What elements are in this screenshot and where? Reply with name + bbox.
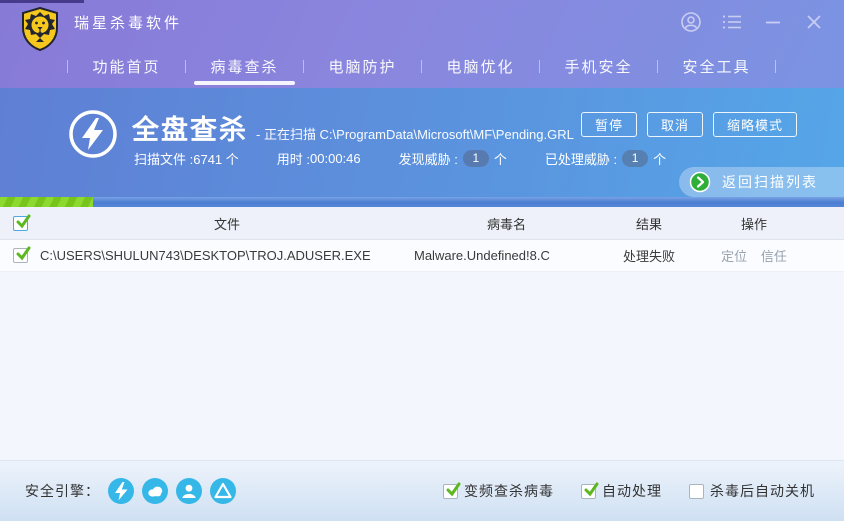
scan-progress-bar bbox=[0, 197, 844, 207]
smart-scan-checkbox[interactable] bbox=[443, 482, 461, 499]
threats-handled-badge: 1 bbox=[622, 150, 649, 167]
footer-options: 变频查杀病毒 自动处理 杀毒后自动关机 bbox=[443, 481, 815, 501]
menu-icon[interactable] bbox=[720, 10, 744, 34]
app-title: 瑞星杀毒软件 bbox=[74, 14, 183, 32]
shutdown-after-checkbox[interactable] bbox=[689, 483, 704, 499]
app-logo-lion-shield-icon bbox=[20, 6, 60, 56]
stat-label: 扫描文件 : bbox=[134, 152, 194, 167]
option-auto-handle[interactable]: 自动处理 bbox=[581, 481, 662, 501]
bolt-engine-icon[interactable] bbox=[108, 478, 134, 504]
stat-label: 发现威胁 : bbox=[398, 152, 458, 167]
row-actions: 定位 信任 bbox=[699, 246, 809, 265]
tab-pc-protection[interactable]: 电脑防护 bbox=[304, 44, 421, 88]
tab-label: 病毒查杀 bbox=[210, 58, 279, 76]
tab-label: 功能首页 bbox=[92, 58, 161, 76]
scan-stats: 扫描文件 : 6741 个 用时 : 00:00:46 发现威胁 : 1 个 已… bbox=[134, 149, 704, 168]
stat-files-scanned: 扫描文件 : 6741 个 bbox=[134, 149, 239, 168]
header: 瑞星杀毒软件 功能首页 病毒查杀 电脑防护 电脑优化 手机安全 安全工具 bbox=[0, 0, 844, 88]
minimize-icon[interactable] bbox=[761, 10, 785, 34]
cloud-engine-icon[interactable] bbox=[142, 478, 168, 504]
tab-active-underline bbox=[194, 81, 295, 85]
thumbnail-mode-button[interactable]: 缩略模式 bbox=[712, 112, 797, 137]
table-row[interactable]: C:\USERS\SHULUN743\DESKTOP\TROJ.ADUSER.E… bbox=[0, 240, 844, 272]
engine-icons bbox=[108, 478, 236, 504]
results-empty-area bbox=[0, 272, 844, 460]
header-virus-name: 病毒名 bbox=[486, 216, 526, 232]
stat-value: 6741 个 bbox=[193, 152, 239, 167]
stat-value: 00:00:46 bbox=[310, 151, 361, 166]
tab-home[interactable]: 功能首页 bbox=[68, 44, 185, 88]
tab-mobile-security[interactable]: 手机安全 bbox=[540, 44, 657, 88]
pause-button[interactable]: 暂停 bbox=[580, 112, 637, 137]
tab-label: 手机安全 bbox=[564, 58, 633, 76]
account-icon[interactable] bbox=[679, 10, 703, 34]
drive-engine-icon[interactable] bbox=[210, 478, 236, 504]
nav-separator bbox=[775, 59, 776, 73]
tab-label: 安全工具 bbox=[682, 58, 751, 76]
tab-virus-scan[interactable]: 病毒查杀 bbox=[186, 44, 303, 88]
scan-progress-fill bbox=[0, 197, 93, 207]
trust-link[interactable]: 信任 bbox=[761, 249, 787, 264]
row-file-path: C:\USERS\SHULUN743\DESKTOP\TROJ.ADUSER.E… bbox=[40, 248, 371, 263]
results-table-header: 文件 病毒名 结果 操作 bbox=[0, 207, 844, 240]
user-engine-icon[interactable] bbox=[176, 478, 202, 504]
select-all-checkbox[interactable] bbox=[12, 214, 30, 231]
row-checkbox[interactable] bbox=[12, 246, 30, 263]
row-virus-name: Malware.Undefined!8.C bbox=[414, 248, 550, 263]
main-nav: 功能首页 病毒查杀 电脑防护 电脑优化 手机安全 安全工具 bbox=[0, 44, 844, 88]
stat-unit: 个 bbox=[653, 152, 667, 167]
threats-found-badge: 1 bbox=[462, 150, 489, 167]
titlebar: 瑞星杀毒软件 bbox=[0, 0, 844, 52]
back-to-scan-list-button[interactable]: 返回扫描列表 bbox=[679, 167, 844, 197]
footer-bar: 安全引擎： 变频查杀病毒 自动处理 杀毒后自动关机 bbox=[0, 460, 844, 521]
auto-handle-checkbox[interactable] bbox=[581, 482, 599, 499]
header-result: 结果 bbox=[635, 216, 662, 232]
stat-elapsed-time: 用时 : 00:00:46 bbox=[277, 149, 361, 168]
cancel-button[interactable]: 取消 bbox=[646, 112, 703, 137]
option-label: 自动处理 bbox=[602, 483, 662, 499]
engine-label: 安全引擎： bbox=[25, 483, 100, 499]
scan-title: 全盘查杀 bbox=[132, 115, 248, 145]
header-file: 文件 bbox=[213, 216, 240, 232]
stat-label: 用时 : bbox=[276, 152, 311, 167]
stat-threats-handled: 已处理威胁 : 1 个 bbox=[545, 149, 666, 168]
window-controls bbox=[679, 0, 826, 44]
lightning-scan-icon bbox=[68, 109, 118, 164]
option-smart-scan[interactable]: 变频查杀病毒 bbox=[443, 481, 554, 501]
green-arrow-icon bbox=[689, 171, 711, 193]
stat-label: 已处理威胁 : bbox=[544, 152, 618, 167]
header-action: 操作 bbox=[740, 216, 767, 232]
scan-heading: 全盘查杀 - 正在扫描 C:\ProgramData\Microsoft\MF\… bbox=[132, 108, 574, 147]
back-button-label: 返回扫描列表 bbox=[722, 174, 818, 190]
close-icon[interactable] bbox=[802, 10, 826, 34]
option-label: 变频查杀病毒 bbox=[464, 483, 554, 499]
tab-label: 电脑优化 bbox=[446, 58, 515, 76]
scan-buttons: 暂停 取消 缩略模式 bbox=[580, 112, 797, 137]
stat-unit: 个 bbox=[493, 152, 507, 167]
locate-link[interactable]: 定位 bbox=[721, 249, 747, 264]
scan-status-text: - 正在扫描 C:\ProgramData\Microsoft\MF\Pendi… bbox=[256, 127, 574, 142]
stat-threats-found: 发现威胁 : 1 个 bbox=[399, 149, 507, 168]
tab-label: 电脑防护 bbox=[328, 58, 397, 76]
row-result: 处理失败 bbox=[622, 249, 675, 264]
tab-security-tools[interactable]: 安全工具 bbox=[658, 44, 775, 88]
tab-pc-optimize[interactable]: 电脑优化 bbox=[422, 44, 539, 88]
scan-panel: 全盘查杀 - 正在扫描 C:\ProgramData\Microsoft\MF\… bbox=[0, 88, 844, 197]
antivirus-window: 瑞星杀毒软件 功能首页 病毒查杀 电脑防护 电脑优化 手机安全 安全工具 全盘查… bbox=[0, 0, 844, 521]
option-shutdown-after[interactable]: 杀毒后自动关机 bbox=[689, 481, 815, 501]
option-label: 杀毒后自动关机 bbox=[710, 483, 815, 499]
